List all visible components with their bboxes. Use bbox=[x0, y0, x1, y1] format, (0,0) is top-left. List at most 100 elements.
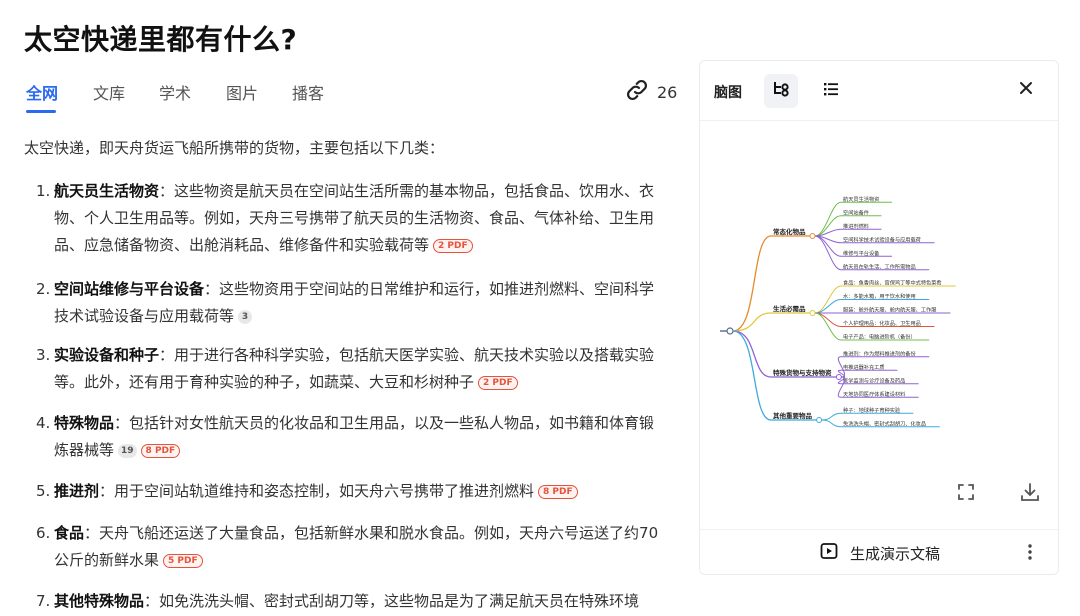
mindmap-leaf-label[interactable]: 电推进器补充工质 bbox=[843, 363, 885, 371]
mindmap-leaf-link bbox=[814, 312, 842, 341]
fullscreen-icon bbox=[956, 482, 976, 506]
generate-row: 生成演示文稿 bbox=[700, 529, 1058, 573]
generate-slides-label: 生成演示文稿 bbox=[850, 544, 941, 563]
mindmap-leaf-label[interactable]: 水：多能水箱，用于饮水和使用 bbox=[843, 292, 916, 300]
sources-button[interactable]: 26 bbox=[625, 78, 677, 106]
mindmap-leaf-link bbox=[814, 235, 842, 271]
download-icon bbox=[1019, 481, 1041, 507]
download-button[interactable] bbox=[1017, 481, 1043, 507]
mindmap-branch-node[interactable] bbox=[809, 233, 816, 239]
pdf-citation-badge[interactable]: 8 PDF bbox=[538, 485, 578, 499]
mindmap-branch-label[interactable]: 生活必需品 bbox=[773, 304, 806, 313]
mindmap-branch-link bbox=[732, 330, 772, 378]
mindmap-view-icon bbox=[771, 79, 791, 103]
mindmap-leaf-link bbox=[821, 419, 842, 428]
item-number: 4. bbox=[36, 414, 51, 432]
pdf-citation-badge[interactable]: 5 PDF bbox=[163, 554, 203, 568]
answer-item: 6. 食品：天舟飞船还运送了大量食品，包括新鲜水果和脱水食品。例如，天舟六号运送了… bbox=[36, 520, 666, 574]
panel-header: 脑图 bbox=[700, 61, 1058, 121]
mindmap-leaf-link bbox=[814, 285, 842, 314]
answer-item: 7. 其他特殊物品：如免洗洗头帽、密封式刮胡刀等，这些物品是为了满足航天员在特殊环… bbox=[36, 588, 666, 615]
tab-academic[interactable]: 学术 bbox=[159, 80, 191, 104]
mindmap-branch-node[interactable] bbox=[816, 417, 823, 423]
mindmap-leaf-label[interactable]: 服装：舱外航天服、舱内航天服、工作服 bbox=[843, 306, 937, 314]
mindmap-leaf-link bbox=[814, 312, 842, 327]
item-title: 其他特殊物品 bbox=[54, 592, 145, 610]
list-view-button[interactable] bbox=[814, 74, 848, 108]
mindmap-leaf-label[interactable]: 航天员在轨生活、工作所需物品 bbox=[843, 262, 916, 270]
answer-item: 3. 实验设备和种子：用于进行各种科学实验，包括航天医学实验、航天技术实验以及搭载… bbox=[36, 342, 666, 396]
item-title: 特殊物品 bbox=[54, 414, 115, 432]
play-slides-icon bbox=[820, 542, 838, 564]
tab-podcast[interactable]: 播客 bbox=[292, 80, 324, 104]
mindmap-branch-node[interactable] bbox=[835, 374, 842, 380]
pdf-citation-badge[interactable]: 2 PDF bbox=[478, 376, 518, 390]
answer-item: 4. 特殊物品：包括针对女性航天员的化妆品和卫生用品，以及一些私人物品，如书籍和体… bbox=[36, 410, 666, 464]
mindmap-branch-link bbox=[732, 235, 772, 332]
mindmap-leaf-link bbox=[814, 201, 842, 237]
item-text: ：用于空间站轨道维持和姿态控制，如天舟六号携带了推进剂燃料 bbox=[99, 482, 535, 500]
mindmap-leaf-label[interactable]: 空间站备件 bbox=[843, 208, 869, 216]
generate-slides-button[interactable]: 生成演示文稿 bbox=[820, 542, 940, 564]
answer-intro: 太空快递，即天舟货运飞船所携带的货物，主要包括以下几类： bbox=[24, 139, 445, 157]
mindmap-leaf-label[interactable]: 航天员生活物资 bbox=[843, 195, 879, 203]
item-title: 航天员生活物资 bbox=[54, 182, 160, 200]
item-title: 实验设备和种子 bbox=[54, 346, 160, 364]
item-number: 5. bbox=[36, 482, 51, 500]
mindmap-canvas[interactable]: 常态化物品 航天员生活物资空间站备件推进剂燃料空间科学技术试验设备与应用载荷维修与… bbox=[715, 181, 1045, 431]
mindmap-leaf-label[interactable]: 电子产品：电脑进阶机（备份） bbox=[843, 333, 916, 341]
mindmap-leaf-label[interactable]: 空间科学技术试验设备与应用载荷 bbox=[843, 235, 921, 243]
tab-images[interactable]: 图片 bbox=[226, 80, 258, 104]
answer-item: 1. 航天员生活物资：这些物资是航天员在空间站生活所需的基本物品，包括食品、饮用水… bbox=[36, 178, 666, 259]
list-view-icon bbox=[821, 79, 841, 103]
item-title: 空间站维修与平台设备 bbox=[54, 280, 205, 298]
mindmap-leaf-label[interactable]: 推进剂：作为燃料推进剂的备份 bbox=[843, 349, 916, 357]
mindmap-panel: 脑图 常态化物品 航天员生活物资 空间站备件 推进剂燃料 空间科学技术试验设备与… bbox=[699, 60, 1059, 575]
mindmap-branch-node[interactable] bbox=[809, 310, 816, 316]
more-options-button[interactable] bbox=[1026, 540, 1034, 564]
mindmap-branch-label[interactable]: 特殊货物与支持物资 bbox=[773, 368, 832, 377]
mindmap-leaf-label[interactable]: 种子：地球种子育种实验 bbox=[843, 406, 901, 414]
mindmap-leaf-label[interactable]: 医学监测与诊疗设备及药品 bbox=[843, 376, 905, 384]
close-icon bbox=[1018, 80, 1034, 100]
citation-badge[interactable]: 3 bbox=[238, 310, 253, 324]
item-text: ：如免洗洗头帽、密封式刮胡刀等，这些物品是为了满足航天员在特殊环境 bbox=[144, 592, 640, 610]
pdf-citation-badge[interactable]: 8 PDF bbox=[140, 444, 181, 458]
mindmap-leaf-label[interactable]: 免洗洗头帽、密封式刮胡刀、化妆品 bbox=[843, 419, 926, 427]
mindmap-leaf-link bbox=[814, 299, 842, 314]
mindmap-view-button[interactable] bbox=[764, 74, 798, 108]
mindmap-leaf-label[interactable]: 推进剂燃料 bbox=[843, 222, 869, 230]
more-vertical-icon bbox=[1026, 544, 1034, 568]
item-title: 推进剂 bbox=[54, 482, 100, 500]
answer-item: 5. 推进剂：用于空间站轨道维持和姿态控制，如天舟六号携带了推进剂燃料 8 PDF bbox=[36, 478, 666, 505]
mindmap-root[interactable] bbox=[726, 327, 734, 335]
mindmap-tools bbox=[700, 481, 1058, 511]
mindmap-leaf-link bbox=[821, 412, 842, 421]
sources-count: 26 bbox=[657, 82, 678, 102]
tab-library[interactable]: 文库 bbox=[93, 80, 125, 104]
item-number: 7. bbox=[36, 592, 51, 610]
mindmap-leaf-label[interactable]: 维修与平台设备 bbox=[843, 249, 880, 257]
active-tab-indicator bbox=[26, 110, 56, 113]
fullscreen-button[interactable] bbox=[953, 481, 979, 507]
pdf-citation-badge[interactable]: 2 PDF bbox=[433, 239, 473, 253]
search-tabs: 全网 文库 学术 图片 播客 26 bbox=[24, 79, 677, 113]
item-number: 6. bbox=[36, 524, 51, 542]
mindmap-leaf-label[interactable]: 个人护理用品：化妆品、卫生用品 bbox=[843, 319, 921, 327]
item-text: ：天舟飞船还运送了大量食品，包括新鲜水果和脱水食品。例如，天舟六号运送了约70公… bbox=[54, 524, 659, 569]
item-number: 3. bbox=[36, 346, 51, 364]
page-title: 太空快递里都有什么? bbox=[24, 23, 298, 56]
item-title: 食品 bbox=[54, 524, 85, 542]
mindmap-branch-label[interactable]: 常态化物品 bbox=[773, 227, 806, 236]
mindmap-label: 脑图 bbox=[714, 85, 742, 101]
tab-web[interactable]: 全网 bbox=[26, 80, 58, 104]
mindmap-leaf-label[interactable]: 食品：鱼香肉丝、宫保鸡丁等中式特色菜肴 bbox=[843, 279, 942, 287]
mindmap-branch-label[interactable]: 其他重要物品 bbox=[773, 411, 813, 420]
mindmap-leaf-label[interactable]: 天地协同医疗体系建设材料 bbox=[843, 390, 905, 398]
answer-item: 2. 空间站维修与平台设备：这些物资用于空间站的日常维护和运行，如推进剂燃料、空间… bbox=[36, 276, 666, 330]
link-icon bbox=[625, 78, 649, 106]
citation-badge[interactable]: 19 bbox=[118, 444, 137, 458]
item-number: 2. bbox=[36, 280, 51, 298]
close-panel-button[interactable] bbox=[1014, 78, 1038, 102]
item-number: 1. bbox=[36, 182, 51, 200]
